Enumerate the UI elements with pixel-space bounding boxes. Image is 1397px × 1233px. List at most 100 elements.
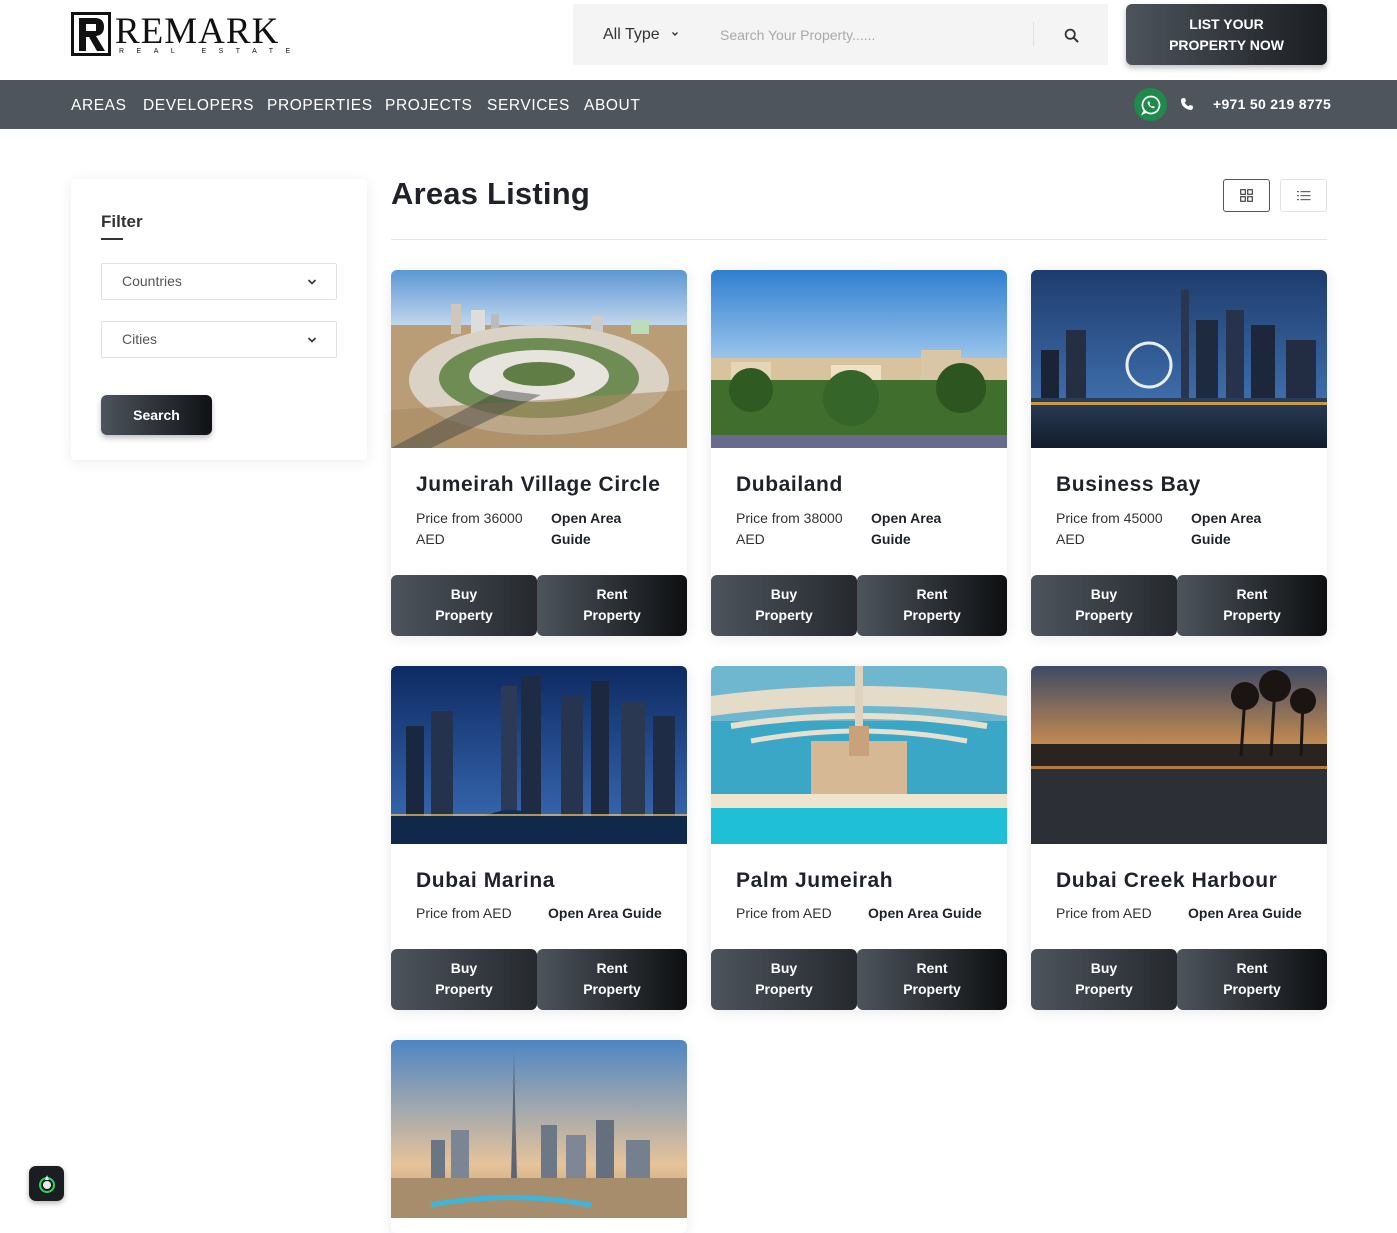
rent-property-button[interactable]: Rent Property — [537, 949, 687, 1010]
area-photo[interactable] — [1031, 270, 1327, 448]
rent-property-button[interactable]: Rent Property — [1177, 575, 1327, 636]
buy-label-line1: Buy — [770, 960, 798, 976]
list-view-button[interactable] — [1280, 179, 1327, 212]
whatsapp-button[interactable] — [1134, 88, 1167, 121]
open-area-guide-link[interactable]: Open Area Guide — [871, 508, 941, 550]
open-area-guide-link[interactable]: Open Area Guide — [1191, 508, 1261, 550]
nav-item-projects[interactable]: PROJECTS — [385, 80, 472, 129]
rent-property-button[interactable]: Rent Property — [857, 575, 1007, 636]
area-card — [391, 1040, 687, 1233]
buy-property-button[interactable]: Buy Property — [391, 949, 537, 1010]
nav-item-services[interactable]: SERVICES — [487, 80, 570, 129]
area-price-line2: AED — [416, 531, 445, 547]
grid-view-button[interactable] — [1223, 179, 1270, 212]
area-guide-line1: Open Area — [871, 510, 942, 526]
grid-view-icon — [1240, 189, 1253, 202]
buy-label-line1: Buy — [770, 586, 798, 602]
nav-item-areas[interactable]: AREAS — [71, 80, 127, 129]
property-search-bar: All Type — [573, 4, 1108, 65]
area-price: Price from 38000 AED — [736, 508, 843, 550]
area-card: Palm Jumeirah Price from AED Open Area G… — [711, 666, 1007, 1010]
buy-label-line1: Buy — [450, 586, 478, 602]
list-property-button[interactable]: LIST YOUR PROPERTY NOW — [1126, 4, 1327, 65]
rent-label-line2: Property — [583, 607, 641, 623]
rent-label-line1: Rent — [916, 586, 948, 602]
chevron-down-icon — [307, 279, 317, 285]
list-property-line1: LIST YOUR — [1189, 16, 1264, 32]
rent-property-button[interactable]: Rent Property — [1177, 949, 1327, 1010]
nav-item-developers[interactable]: DEVELOPERS — [143, 80, 254, 129]
brand-tagline: REAL ESTATE — [119, 48, 303, 55]
buy-label-line1: Buy — [1090, 586, 1118, 602]
rent-label-line2: Property — [1223, 607, 1281, 623]
phone-number[interactable]: +971 50 219 8775 — [1213, 80, 1331, 129]
rent-label-line1: Rent — [1236, 960, 1268, 976]
app-launcher-button[interactable] — [29, 1166, 64, 1201]
cities-select-label: Cities — [122, 331, 158, 347]
buy-label-line2: Property — [1075, 981, 1133, 997]
filter-search-button[interactable]: Search — [101, 395, 212, 435]
search-button[interactable] — [1053, 22, 1089, 48]
open-area-guide-link[interactable]: Open Area Guide — [548, 903, 662, 924]
buy-property-button[interactable]: Buy Property — [1031, 575, 1177, 636]
area-card: Jumeirah Village Circle Price from 36000… — [391, 270, 687, 636]
area-name[interactable]: Business Bay — [1056, 473, 1201, 497]
buy-property-button[interactable]: Buy Property — [711, 575, 857, 636]
area-card: Dubailand Price from 38000 AED Open Area… — [711, 270, 1007, 636]
area-price: Price from 45000 AED — [1056, 508, 1163, 550]
nav-item-properties[interactable]: PROPERTIES — [267, 80, 373, 129]
chevron-down-icon — [307, 337, 317, 343]
open-area-guide-link[interactable]: Open Area Guide — [868, 903, 982, 924]
area-price: Price from AED — [416, 905, 512, 921]
site-header: REMARK REAL ESTATE All Type LIST YOUR PR… — [0, 0, 1397, 80]
buy-property-button[interactable]: Buy Property — [711, 949, 857, 1010]
title-divider — [391, 239, 1327, 240]
nav-item-about[interactable]: ABOUT — [584, 80, 640, 129]
filter-title: Filter — [101, 212, 143, 231]
brand-logo[interactable]: REMARK REAL ESTATE — [71, 11, 290, 58]
rent-label-line1: Rent — [1236, 586, 1268, 602]
area-name[interactable]: Dubai Creek Harbour — [1056, 869, 1277, 893]
area-name[interactable]: Palm Jumeirah — [736, 869, 893, 893]
buy-label-line2: Property — [435, 607, 493, 623]
buy-label-line2: Property — [435, 981, 493, 997]
area-guide-line2: Guide — [871, 531, 911, 547]
area-photo[interactable] — [391, 1040, 687, 1218]
area-photo[interactable] — [391, 666, 687, 844]
type-select[interactable]: All Type — [603, 4, 660, 65]
rent-label-line2: Property — [903, 607, 961, 623]
rent-property-button[interactable]: Rent Property — [537, 575, 687, 636]
area-photo[interactable] — [1031, 666, 1327, 844]
area-guide-line2: Guide — [1191, 531, 1231, 547]
rent-label-line1: Rent — [596, 586, 628, 602]
area-name[interactable]: Jumeirah Village Circle — [416, 473, 661, 497]
page-title: Areas Listing — [391, 176, 590, 211]
filter-panel: Filter Countries Cities Search — [71, 179, 367, 460]
buy-property-button[interactable]: Buy Property — [391, 575, 537, 636]
open-area-guide-link[interactable]: Open Area Guide — [1188, 903, 1302, 924]
cities-select[interactable]: Cities — [101, 321, 337, 358]
rent-label-line2: Property — [1223, 981, 1281, 997]
area-price-line1: Price from 45000 — [1056, 510, 1163, 526]
buy-label-line2: Property — [755, 607, 813, 623]
area-guide-line1: Open Area — [1191, 510, 1262, 526]
buy-label-line1: Buy — [450, 960, 478, 976]
whatsapp-icon — [1140, 95, 1160, 115]
search-icon — [1064, 28, 1078, 42]
area-name[interactable]: Dubailand — [736, 473, 843, 497]
filter-title-underline — [101, 238, 123, 240]
rent-label-line1: Rent — [916, 960, 948, 976]
type-select-label: All Type — [603, 26, 660, 43]
area-photo[interactable] — [711, 666, 1007, 844]
area-guide-line2: Guide — [551, 531, 591, 547]
area-photo[interactable] — [711, 270, 1007, 448]
area-name[interactable]: Dubai Marina — [416, 869, 555, 893]
countries-select-label: Countries — [122, 273, 182, 289]
area-photo[interactable] — [391, 270, 687, 448]
buy-property-button[interactable]: Buy Property — [1031, 949, 1177, 1010]
open-area-guide-link[interactable]: Open Area Guide — [551, 508, 621, 550]
countries-select[interactable]: Countries — [101, 263, 337, 300]
rent-property-button[interactable]: Rent Property — [857, 949, 1007, 1010]
search-input[interactable] — [703, 16, 1031, 53]
logo-mark-icon — [71, 12, 111, 56]
